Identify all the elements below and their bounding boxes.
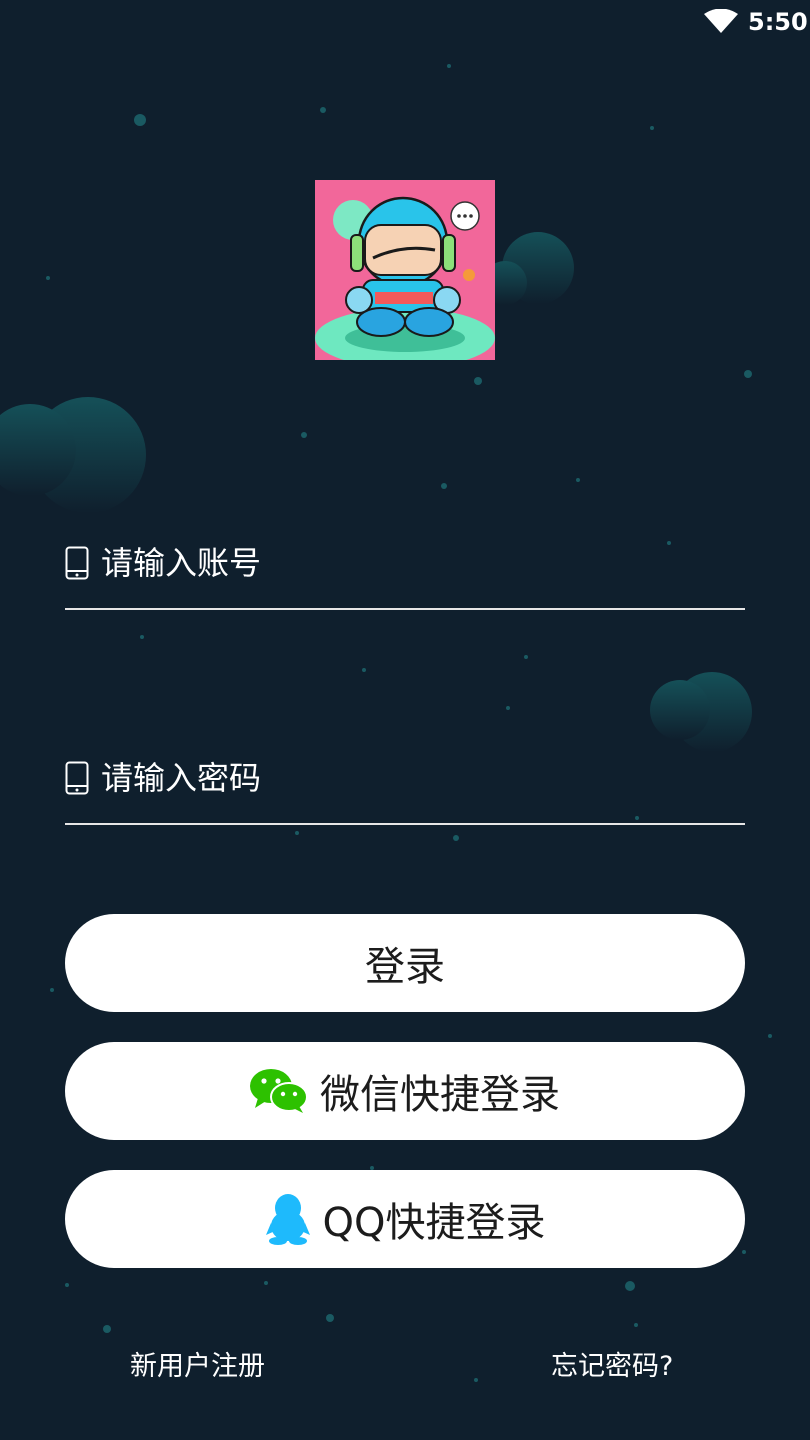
cloud-left bbox=[0, 397, 146, 513]
wechat-login-button[interactable]: 微信快捷登录 bbox=[65, 1042, 745, 1140]
login-button-label: 登录 bbox=[365, 944, 445, 990]
account-field bbox=[65, 526, 745, 610]
account-input[interactable] bbox=[101, 540, 731, 586]
wechat-button-label: 微信快捷登录 bbox=[320, 1072, 560, 1118]
login-button[interactable]: 登录 bbox=[65, 914, 745, 1012]
status-bar: 5:50 bbox=[0, 0, 810, 44]
phone-icon bbox=[65, 761, 89, 795]
wechat-icon bbox=[250, 1069, 308, 1113]
qq-button-label: QQ快捷登录 bbox=[322, 1200, 546, 1246]
cloud-right bbox=[650, 672, 752, 752]
wifi-icon bbox=[704, 9, 738, 33]
register-link[interactable]: 新用户注册 bbox=[130, 1344, 265, 1383]
phone-icon bbox=[65, 546, 89, 580]
password-field bbox=[65, 741, 745, 825]
password-input[interactable] bbox=[101, 755, 731, 801]
cloud-top-right bbox=[483, 232, 574, 305]
qq-penguin-icon bbox=[265, 1194, 310, 1245]
forgot-password-link[interactable]: 忘记密码? bbox=[551, 1344, 673, 1383]
qq-login-button[interactable]: QQ快捷登录 bbox=[65, 1170, 745, 1268]
app-avatar bbox=[315, 180, 495, 360]
status-time: 5:50 bbox=[748, 8, 808, 36]
